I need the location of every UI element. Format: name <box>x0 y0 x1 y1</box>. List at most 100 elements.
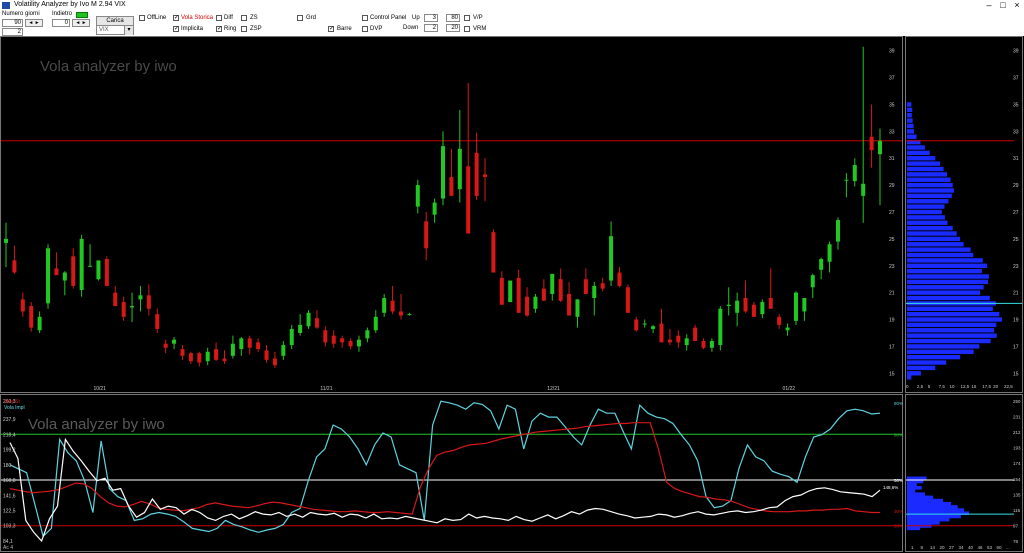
date-tick-label: 01/22 <box>783 386 796 392</box>
zsp-checkbox[interactable] <box>241 26 247 32</box>
hist-count-tick-label: 40 <box>968 545 974 550</box>
vola-tick-label: 103,3 <box>3 524 16 530</box>
candle-body <box>802 298 807 312</box>
volume-profile-bar <box>907 156 936 161</box>
grid-checkbox[interactable] <box>297 15 303 21</box>
diff-checkbox[interactable] <box>216 15 222 21</box>
symbol-select[interactable]: VIX ▾ <box>96 25 134 35</box>
candle-body <box>373 316 378 331</box>
candle-body <box>256 342 261 350</box>
volume-profile-bar <box>907 242 964 247</box>
volume-profile-bar <box>907 107 913 113</box>
date-tick-label: 11/21 <box>320 386 332 392</box>
dvp-checkbox[interactable] <box>362 26 368 32</box>
candle-body <box>104 259 109 286</box>
volume-profile-bar <box>907 306 993 311</box>
candle-body <box>88 265 93 267</box>
hist-vola-tick-label: 231 <box>1013 415 1021 420</box>
candle-body <box>684 338 689 346</box>
hist-vola-tick-label: 154 <box>1013 477 1021 482</box>
vola-tick-label: 237,9 <box>3 417 16 423</box>
candle-body <box>768 298 773 309</box>
price-tick-label: 23 <box>889 264 895 270</box>
pct-label-50: 50% <box>894 478 903 483</box>
candle-body <box>583 279 588 294</box>
candle-body <box>869 136 874 151</box>
candle-body <box>138 295 143 300</box>
numero-giorni-spinner[interactable]: ◄ ► <box>25 19 43 27</box>
vp-price-tick-label: 33 <box>1013 129 1019 135</box>
app-icon <box>2 2 10 9</box>
down-input-1[interactable]: 2 <box>424 24 438 32</box>
volume-profile-bar <box>907 225 953 231</box>
candle-body <box>735 300 740 313</box>
candle-body <box>844 179 849 181</box>
minimize-button[interactable]: – <box>982 0 996 11</box>
candle-body <box>449 177 454 196</box>
implicita-checkbox[interactable]: ✓ <box>173 26 179 32</box>
price-tick-label: 35 <box>889 102 895 108</box>
candle-body <box>651 326 656 329</box>
vp-price-tick-label: 29 <box>1013 183 1019 189</box>
volume-profile-bar <box>907 118 913 123</box>
vp-volume-tick-label: 10 <box>950 384 956 389</box>
candle-body <box>79 238 84 290</box>
vp-volume-tick-label: 7,5 <box>939 384 946 389</box>
hist-vola-tick-label: 250 <box>1013 399 1021 404</box>
vp-checkbox[interactable] <box>464 15 470 21</box>
vola-storica-checkbox[interactable]: ✓ <box>173 15 179 21</box>
volume-profile-bar <box>907 375 912 380</box>
up-input-1[interactable]: 3 <box>424 14 438 22</box>
candle-body <box>390 300 395 312</box>
vp-price-tick-label: 37 <box>1013 76 1019 82</box>
ring-checkbox[interactable]: ✓ <box>216 26 222 32</box>
candle-body <box>180 349 185 356</box>
volume-profile-bar <box>907 322 997 328</box>
status-led <box>76 12 88 18</box>
vola-histogram-bar <box>907 498 943 503</box>
candle-body <box>625 287 630 313</box>
price-tick-label: 29 <box>889 183 895 189</box>
barre-checkbox[interactable]: ✓ <box>328 26 334 32</box>
control-panel-checkbox[interactable] <box>362 15 368 21</box>
vola-histogram-bar <box>907 505 958 509</box>
symbol-select-value: VIX <box>99 27 109 33</box>
numero-giorni-input[interactable]: 90 <box>2 19 23 27</box>
volume-profile-bar <box>907 182 953 188</box>
candle-body <box>474 152 479 196</box>
zs-checkbox[interactable] <box>241 15 247 21</box>
vp-price-tick-label: 23 <box>1013 264 1019 270</box>
chart-area[interactable]: Vola analyzer by iwo Vola analyzer by iw… <box>0 36 1024 553</box>
offline-checkbox[interactable] <box>139 15 145 21</box>
candle-body <box>407 314 412 316</box>
indietro-spinner[interactable]: ◄ ► <box>72 19 90 27</box>
candle-body <box>155 314 160 329</box>
price-tick-label: 15 <box>889 371 895 377</box>
down-input-2[interactable]: 20 <box>446 24 460 32</box>
vrm-checkbox[interactable] <box>464 26 470 32</box>
candle-body <box>121 302 126 317</box>
up-input-2[interactable]: 80 <box>446 14 460 22</box>
candle-body <box>113 292 118 307</box>
vp-price-tick-label: 25 <box>1013 237 1019 243</box>
price-tick-label: 33 <box>889 129 895 135</box>
numero-giorni-secondary-input[interactable]: 2 <box>2 28 23 36</box>
candle-body <box>642 323 647 325</box>
candle-body <box>743 298 748 312</box>
indietro-input[interactable]: 0 <box>52 19 70 27</box>
volume-profile-bar <box>907 172 948 177</box>
vp-price-tick-label: 35 <box>1013 102 1019 108</box>
volume-profile-bar <box>907 285 984 290</box>
vola-histogram-bar <box>907 508 965 512</box>
vola-tick-label: 218,4 <box>3 432 16 438</box>
maximize-button[interactable]: □ <box>996 0 1010 11</box>
hist-count-tick-label: 60 <box>997 545 1003 550</box>
close-button[interactable]: × <box>1010 0 1024 11</box>
candle-body <box>12 260 17 273</box>
volume-profile-bar <box>907 328 995 333</box>
candle-body <box>130 306 135 308</box>
pct-label-top: 90% <box>894 401 903 406</box>
candle-body <box>348 341 353 347</box>
volume-profile-bar <box>907 150 930 156</box>
up-label: Up <box>412 15 420 21</box>
